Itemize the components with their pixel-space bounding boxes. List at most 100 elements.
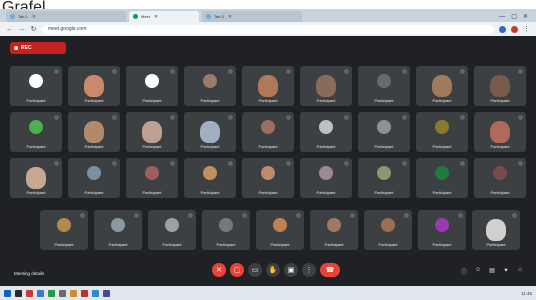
participant-name: Participant	[84, 144, 104, 149]
participant-name: Participant	[142, 98, 162, 103]
camera-off-icon[interactable]: ▢	[230, 263, 244, 277]
present-icon[interactable]: ▣	[284, 263, 298, 277]
participant-name: Participant	[316, 190, 336, 195]
participant-tile[interactable]: Participant	[256, 210, 304, 250]
clock: 11:45	[521, 290, 532, 296]
taskbar-app-icon[interactable]	[81, 289, 88, 297]
activities-icon[interactable]: ✦	[502, 267, 510, 276]
participant-name: Participant	[316, 144, 336, 149]
captions-icon[interactable]: ▭	[248, 263, 262, 277]
people-icon[interactable]: ☺	[474, 267, 482, 276]
participant-avatar	[327, 218, 341, 233]
participant-avatar	[377, 120, 391, 135]
participant-video	[486, 219, 506, 241]
participant-tile[interactable]: Participant	[10, 66, 62, 106]
participant-tile[interactable]: Participant	[68, 112, 120, 152]
participant-tile[interactable]: Participant	[300, 158, 352, 198]
participant-tile[interactable]: Participant	[474, 66, 526, 106]
participant-tile[interactable]: Participant	[474, 112, 526, 152]
participant-tile[interactable]: Participant	[126, 66, 178, 106]
participant-tile[interactable]: Participant	[242, 112, 294, 152]
participant-tile[interactable]: Participant	[242, 66, 294, 106]
mic-status-icon	[286, 115, 291, 120]
participant-name: Participant	[432, 98, 452, 103]
participant-avatar	[435, 120, 449, 135]
participant-tile[interactable]: Participant	[126, 112, 178, 152]
participant-tile[interactable]: Participant	[310, 210, 358, 250]
close-icon[interactable]: ✕	[154, 14, 158, 20]
mic-status-icon	[286, 161, 291, 166]
participant-name: Participant	[258, 190, 278, 195]
back-icon[interactable]: ←	[6, 26, 13, 33]
mic-status-icon	[228, 161, 233, 166]
participant-tile[interactable]: Participant	[242, 158, 294, 198]
extension-icon[interactable]	[499, 25, 506, 33]
participant-name: Participant	[432, 190, 452, 195]
participant-tile[interactable]: Participant	[202, 210, 250, 250]
taskbar-app-icon[interactable]	[37, 289, 44, 297]
taskbar-app-icon[interactable]	[48, 289, 55, 297]
browser-tab[interactable]: Tab 1 ✕	[6, 11, 126, 22]
participant-avatar	[87, 166, 101, 181]
participant-tile[interactable]: Participant	[68, 158, 120, 198]
side-controls: ⓘ ☺ ▤ ✦ ⌂	[460, 267, 524, 276]
participant-tile[interactable]: Participant	[184, 66, 236, 106]
taskbar-app-icon[interactable]	[59, 289, 66, 297]
browser-menu-icon[interactable]: ⋮	[523, 25, 530, 33]
participant-tile[interactable]: Participant	[416, 158, 468, 198]
maximize-icon[interactable]: ▢	[511, 13, 517, 20]
close-window-icon[interactable]: ✕	[523, 13, 528, 20]
participant-tile[interactable]: Participant	[358, 158, 410, 198]
participant-tile[interactable]: Participant	[126, 158, 178, 198]
minimize-icon[interactable]: —	[499, 14, 505, 20]
mic-off-icon[interactable]: ✕	[212, 263, 226, 277]
participant-tile[interactable]: Participant	[40, 210, 88, 250]
participant-tile[interactable]: Participant	[10, 112, 62, 152]
taskbar-app-icon[interactable]	[92, 289, 99, 297]
participant-tile[interactable]: Participant	[300, 66, 352, 106]
participant-tile[interactable]: Participant	[418, 210, 466, 250]
participant-tile[interactable]: Participant	[148, 210, 196, 250]
participant-tile[interactable]: Participant	[416, 66, 468, 106]
participant-tile[interactable]: Participant	[358, 112, 410, 152]
taskbar-app-icon[interactable]	[15, 289, 22, 297]
participant-avatar	[381, 218, 395, 233]
participant-tile[interactable]: Participant	[68, 66, 120, 106]
more-options-icon[interactable]: ⋮	[302, 263, 316, 277]
raise-hand-icon[interactable]: ✋	[266, 263, 280, 277]
taskbar-app-icon[interactable]	[4, 289, 11, 297]
chat-icon[interactable]: ▤	[488, 267, 496, 276]
participant-tile[interactable]: Participant	[416, 112, 468, 152]
participant-tile[interactable]: Participant	[472, 210, 520, 250]
taskbar-app-icon[interactable]	[26, 289, 33, 297]
participant-tile[interactable]: Participant	[300, 112, 352, 152]
participant-tile[interactable]: Participant	[474, 158, 526, 198]
participant-tile[interactable]: Participant	[94, 210, 142, 250]
taskbar-app-icon[interactable]	[103, 289, 110, 297]
mic-status-icon	[54, 69, 59, 74]
forward-icon[interactable]: →	[18, 26, 25, 33]
taskbar-app-icon[interactable]	[70, 289, 77, 297]
mic-status-icon	[228, 69, 233, 74]
browser-tab[interactable]: Tab 3 ✕	[202, 11, 302, 22]
close-icon[interactable]: ✕	[32, 14, 36, 20]
profile-icon[interactable]	[511, 25, 518, 33]
participant-tile[interactable]: Participant	[184, 158, 236, 198]
reload-icon[interactable]: ↻	[30, 25, 37, 33]
participant-name: Participant	[84, 98, 104, 103]
mic-status-icon	[402, 115, 407, 120]
participant-tile[interactable]: Participant	[364, 210, 412, 250]
participant-tile[interactable]: Participant	[10, 158, 62, 198]
end-call-icon[interactable]: ☎	[320, 263, 340, 277]
lock-icon[interactable]: ⌂	[516, 267, 524, 276]
meeting-details-label[interactable]: Meeting details	[14, 271, 44, 276]
browser-tab-active[interactable]: Meet ✕	[129, 11, 199, 22]
info-icon[interactable]: ⓘ	[460, 267, 468, 276]
mic-status-icon	[286, 69, 291, 74]
participant-tile[interactable]: Participant	[358, 66, 410, 106]
participant-tile[interactable]: Participant	[184, 112, 236, 152]
close-icon[interactable]: ✕	[228, 14, 232, 20]
url-field[interactable]: meet.google.com	[42, 24, 494, 34]
mic-status-icon	[242, 213, 247, 218]
participant-avatar	[319, 120, 333, 135]
